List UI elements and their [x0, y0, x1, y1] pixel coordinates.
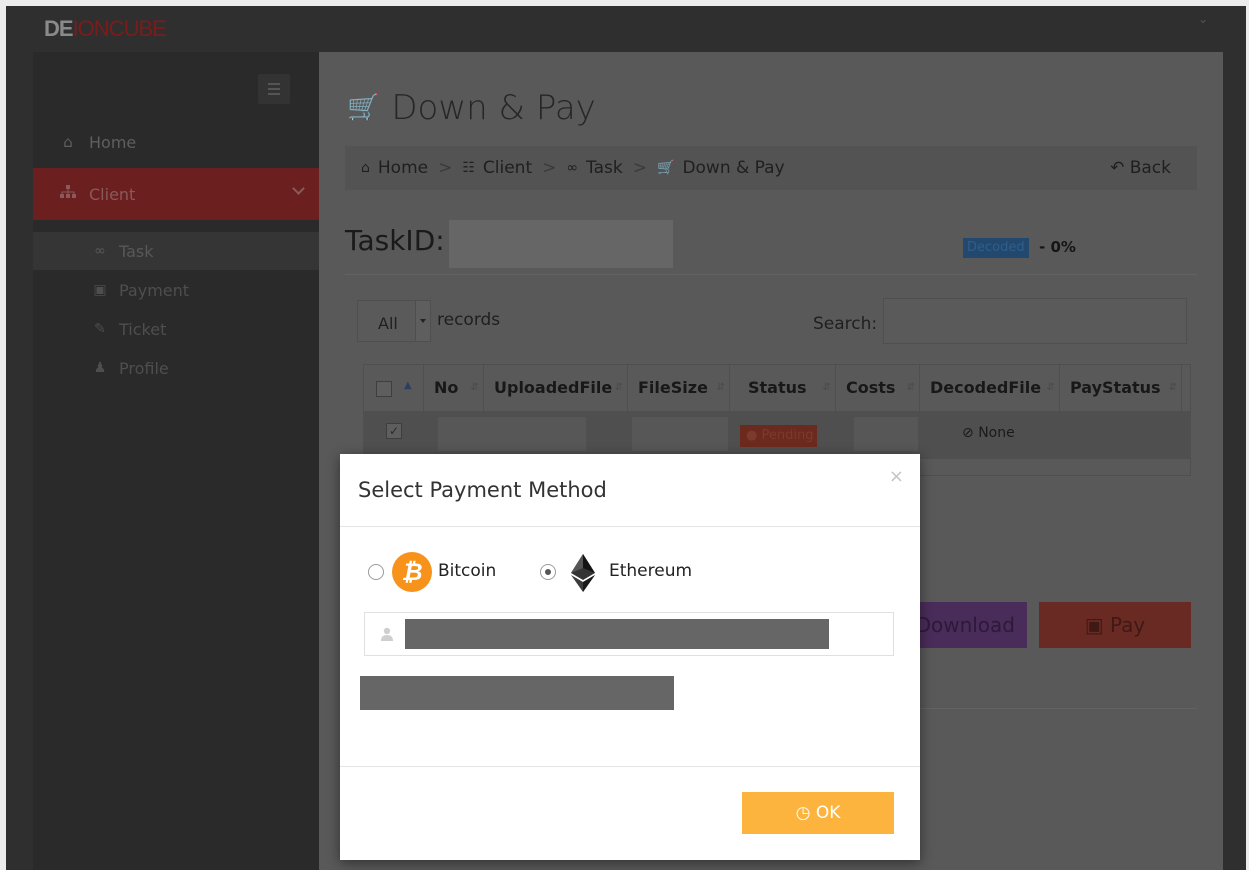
ok-button[interactable]: ◷ OK — [742, 792, 894, 834]
records-label: records — [437, 310, 501, 330]
money-icon: ▣ — [1084, 613, 1104, 637]
home-icon: ⌂ — [63, 133, 73, 151]
link-icon: ∞ — [566, 160, 579, 176]
sort-icon: ⇵ — [822, 382, 831, 393]
column-header-costs[interactable]: Costs ⇵ — [836, 365, 920, 411]
modal-title: Select Payment Method — [358, 478, 607, 502]
chevron-down-icon[interactable]: ⌄ — [1198, 12, 1208, 26]
home-icon: ⌂ — [361, 160, 370, 176]
clock-icon: ◷ — [795, 803, 811, 823]
sort-icon: ⇵ — [614, 382, 623, 393]
column-header-decodedfile[interactable]: DecodedFile ⇵ — [920, 365, 1060, 411]
cart-icon: 🛒 — [657, 160, 675, 176]
status-badge: Decoded — [963, 238, 1029, 258]
close-icon[interactable]: × — [889, 466, 904, 487]
column-header-no[interactable]: No ⇵ — [424, 365, 484, 411]
uploaded-file-redacted — [438, 417, 586, 451]
link-icon: ∞ — [94, 243, 106, 259]
sidebar-item-label: Task — [119, 241, 154, 261]
sitemap-icon — [59, 185, 77, 203]
breadcrumb-task[interactable]: Task — [586, 158, 623, 178]
select-all-header[interactable]: ▲ — [364, 365, 424, 411]
sidebar-item-label: Home — [89, 132, 137, 152]
status-badge-pending: ● Pending — [740, 425, 818, 447]
costs-redacted — [854, 417, 918, 451]
table-row[interactable]: ✓ ● Pending ⊘ None — [364, 411, 1190, 459]
chevron-down-icon — [415, 300, 431, 342]
bitcoin-icon: ₿ — [392, 552, 432, 592]
ban-icon: ⊘ — [962, 425, 974, 441]
column-header-filesize[interactable]: FileSize ⇵ — [628, 365, 730, 411]
sidebar-item-label: Profile — [119, 358, 169, 378]
breadcrumb: ⌂ Home > ☷ Client > ∞ Task > 🛒 Down & Pa… — [345, 146, 1197, 190]
pay-button[interactable]: ▣ Pay — [1039, 602, 1191, 648]
ethereum-radio[interactable] — [540, 564, 556, 580]
back-arrow-icon: ↶ — [1110, 158, 1125, 178]
task-id-value-redacted — [449, 220, 673, 268]
ethereum-icon — [571, 554, 595, 596]
download-button[interactable]: Download — [909, 602, 1027, 648]
edit-icon: ✎ — [94, 321, 106, 337]
cart-icon: 🛒 — [347, 93, 380, 123]
sort-icon: ⇵ — [906, 382, 915, 393]
ethereum-label[interactable]: Ethereum — [609, 561, 692, 581]
sidebar-item-label: Ticket — [119, 319, 167, 339]
task-id-label: TaskID: — [345, 224, 445, 257]
decoded-percent: - 0% — [1039, 238, 1076, 256]
column-header-status[interactable]: Status ⇵ — [730, 365, 836, 411]
top-bar: DEIONCUBE ⌄ — [6, 6, 1246, 52]
sidebar-item-ticket[interactable]: ✎ Ticket — [33, 310, 319, 348]
menu-toggle-button[interactable] — [258, 74, 290, 104]
sort-asc-icon: ▲ — [404, 380, 412, 391]
bitcoin-label[interactable]: Bitcoin — [438, 561, 496, 581]
sort-icon: ⇵ — [1046, 382, 1055, 393]
column-header-uploadedfile[interactable]: UploadedFile ⇵ — [484, 365, 628, 411]
records-length-select[interactable]: All — [357, 300, 431, 342]
filesize-redacted — [632, 417, 728, 451]
sidebar-item-payment[interactable]: ▣ Payment — [33, 271, 319, 309]
search-input[interactable] — [883, 298, 1187, 344]
row-checkbox[interactable]: ✓ — [386, 423, 402, 439]
sidebar-item-client[interactable]: Client — [33, 168, 319, 220]
user-icon: ♟ — [93, 360, 107, 376]
breadcrumb-current: Down & Pay — [682, 158, 785, 178]
chevron-down-icon — [292, 182, 305, 195]
money-icon: ▣ — [93, 282, 107, 298]
wallet-address-field[interactable] — [364, 612, 894, 656]
wallet-address-redacted — [405, 619, 829, 649]
sidebar-item-label: Payment — [119, 280, 190, 300]
payment-method-modal: Select Payment Method × ₿ Bitcoin Ethere… — [340, 454, 920, 860]
sidebar-item-task[interactable]: ∞ Task — [33, 232, 319, 270]
decoded-file-none: ⊘ None — [962, 425, 1015, 441]
alert-icon: ● — [746, 428, 758, 443]
sidebar: ⌂ Home Client ∞ Task ▣ Payment ✎ Ticket … — [33, 52, 319, 870]
sidebar-item-label: Client — [89, 184, 136, 204]
column-header-paystatus[interactable]: PayStatus ⇵ — [1060, 365, 1182, 411]
breadcrumb-home[interactable]: Home — [378, 158, 428, 178]
sidebar-item-home[interactable]: ⌂ Home — [33, 116, 319, 168]
back-button[interactable]: ↶ Back — [1110, 158, 1171, 178]
sidebar-item-profile[interactable]: ♟ Profile — [33, 349, 319, 387]
user-icon — [381, 626, 393, 641]
search-label: Search: — [813, 314, 878, 334]
sitemap-icon: ☷ — [462, 160, 475, 176]
sort-icon: ⇵ — [716, 382, 725, 393]
page-title: 🛒 Down & Pay — [347, 88, 596, 128]
app-logo[interactable]: DEIONCUBE — [44, 16, 167, 42]
select-all-checkbox[interactable] — [376, 381, 392, 397]
amount-info-redacted — [360, 676, 674, 710]
sort-icon: ⇵ — [1168, 382, 1177, 393]
bitcoin-radio[interactable] — [368, 564, 384, 580]
sort-icon: ⇵ — [470, 382, 479, 393]
breadcrumb-client[interactable]: Client — [483, 158, 532, 178]
